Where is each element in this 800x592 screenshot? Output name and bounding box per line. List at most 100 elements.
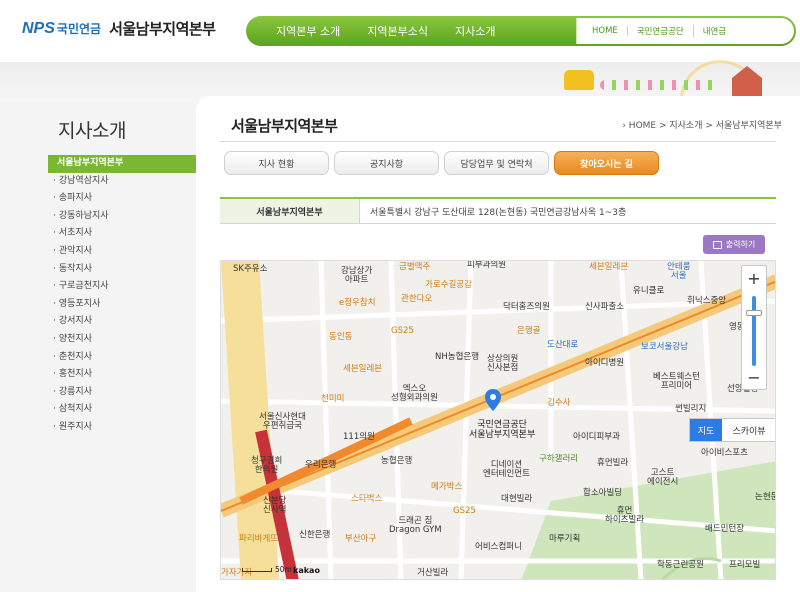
sidebar-item[interactable]: · 양천지사 [48, 331, 208, 349]
map-place-label[interactable]: 휴먼빌라 [597, 458, 628, 468]
sidebar-item[interactable]: 서울남부지역본부 [48, 155, 208, 173]
sidebar-item[interactable]: · 영등포지사 [48, 296, 208, 314]
map-place-label[interactable]: 동인동 [329, 332, 352, 342]
map-place-label[interactable]: 논현문 [755, 492, 775, 502]
map-place-label[interactable]: 대현빌라 [501, 494, 532, 504]
zoom-slider-track[interactable] [752, 296, 756, 366]
map-place-label[interactable]: 마루기획 [549, 534, 580, 544]
map-place-label[interactable]: 은행골 [517, 326, 540, 336]
sidebar-item[interactable]: · 춘천지사 [48, 349, 208, 367]
map-place-label[interactable]: 배드민턴장 [705, 524, 744, 534]
map-place-label[interactable]: 신사파출소 [585, 302, 624, 312]
map-place-label[interactable]: 스타벅스 [351, 494, 382, 504]
map-place-label[interactable]: 보코서울강남 [641, 342, 688, 352]
map-place-label[interactable]: 관한다오 [401, 294, 432, 304]
map-place-label[interactable]: 썬빌리지 [675, 404, 706, 414]
map-place-label[interactable]: 아이비스포츠 [701, 448, 748, 458]
map-place-label[interactable]: 휘닉스중앙 [687, 296, 726, 306]
map-place-label[interactable]: 피부과의원 [467, 261, 506, 270]
map-place-label[interactable]: e정우참치 [339, 298, 376, 308]
map-place-label[interactable]: 드래곤 짐 Dragon GYM [389, 516, 442, 536]
sidebar-item[interactable]: · 강서지사 [48, 313, 208, 331]
nav-region-intro[interactable]: 지역본부 소개 [276, 23, 340, 39]
map-place-label[interactable]: 강남상가 아파트 [341, 266, 372, 286]
map-place-label[interactable]: 상상의원 신사본점 [487, 354, 518, 374]
map-place-label[interactable]: 엑스오 성형외과의원 [391, 384, 438, 404]
zoom-slider-handle[interactable] [746, 310, 762, 316]
map-place-label[interactable]: 신한은행 [299, 530, 330, 540]
sidebar-item-label: 관악지사 [58, 245, 92, 256]
tab-branch-status[interactable]: 지사 현황 [224, 151, 329, 175]
zoom-out-button[interactable]: − [742, 365, 766, 389]
map-place-label[interactable]: 아이디피부과 [573, 432, 620, 442]
sidebar-item[interactable]: · 관악지사 [48, 243, 208, 261]
sidebar-item-label: 강동하남지사 [58, 210, 109, 221]
sidebar-item[interactable]: · 강동하남지사 [48, 208, 208, 226]
map-place-label[interactable]: 메가박스 [431, 482, 462, 492]
sidebar-item[interactable]: · 서초지사 [48, 225, 208, 243]
map-place-label[interactable]: 아이디병원 [585, 358, 624, 368]
map-place-label[interactable]: 구하갤러리 [539, 454, 578, 464]
util-nps-link[interactable]: 국민연금공단 [628, 25, 694, 37]
sidebar-item[interactable]: · 구로금천지사 [48, 278, 208, 296]
nav-branch-intro[interactable]: 지사소개 [455, 23, 495, 39]
map-place-label[interactable]: 111의원 [343, 432, 375, 442]
sidebar: 지사소개 서울남부지역본부 · 강남역삼지사 · 송파지사 · 강동하남지사 · 서초지사 · 관악… [48, 102, 208, 592]
sidebar-item[interactable]: · 동작지사 [48, 261, 208, 279]
map-type-skyview-button[interactable]: 스카이뷰 [722, 419, 775, 441]
bus-illustration [564, 70, 594, 90]
zoom-in-button[interactable]: + [742, 266, 766, 290]
map-place-label[interactable]: 청구경희 한의원 [251, 456, 282, 476]
util-home-link[interactable]: HOME [583, 26, 628, 36]
sidebar-item[interactable]: · 송파지사 [48, 190, 208, 208]
sidebar-item[interactable]: · 원주지사 [48, 419, 208, 437]
util-mypension-link[interactable]: 내연금 [694, 25, 735, 37]
map-place-label[interactable]: 가로수길공감 [425, 280, 472, 290]
map-place-label[interactable]: 우리은행 [305, 460, 336, 470]
map-place-label[interactable]: NH농협은행 [435, 352, 479, 362]
print-button[interactable]: 출력하기 [703, 235, 765, 254]
map-place-label[interactable]: 프리모빌 [729, 560, 760, 570]
map-place-label[interactable]: 안테룸 서울 [667, 262, 690, 282]
map-place-label[interactable]: 천미미 [321, 394, 344, 404]
nav-region-news[interactable]: 지역본부소식 [367, 23, 428, 39]
tab-notices[interactable]: 공지사항 [334, 151, 439, 175]
tab-contacts[interactable]: 담당업무 및 연락처 [444, 151, 549, 175]
sidebar-item[interactable]: · 삼척지사 [48, 401, 208, 419]
map-place-label[interactable]: 어비스컴퍼니 [475, 542, 522, 552]
print-icon [712, 240, 722, 249]
map-type-roadmap-button[interactable]: 지도 [690, 419, 722, 441]
map-place-label[interactable]: 서울신사현대 우편취급국 [259, 412, 306, 432]
map-place-label[interactable]: 거산빌라 [417, 568, 448, 578]
sidebar-item[interactable]: · 강남역삼지사 [48, 173, 208, 191]
map-place-label[interactable]: 부산아구 [345, 534, 376, 544]
map-place-label[interactable]: 파리바게뜨 [239, 534, 278, 544]
map-place-label[interactable]: 세븐일레븐 [343, 364, 382, 374]
map-place-label[interactable]: 학동근린공원 [657, 560, 704, 570]
map-place-label[interactable]: SK주유소 [233, 264, 267, 274]
map-place-label[interactable]: 김수사 [547, 398, 570, 408]
map-place-label[interactable]: 농협은행 [381, 456, 412, 466]
map-place-label[interactable]: 베스트웨스턴 프리미어 [653, 372, 700, 392]
site-logo[interactable]: NPS 국민연금 서울남부지역본부 [22, 18, 216, 39]
map-view[interactable]: SK주유소 강남상가 아파트 금별맥주 피부과의원 세븐일레븐 안테룸 서울 가로수길공감 유… [220, 260, 776, 580]
sidebar-item[interactable]: · 홍천지사 [48, 366, 208, 384]
map-place-label[interactable]: 유니클로 [633, 286, 664, 296]
map-place-label[interactable]: GS25 [453, 506, 476, 516]
map-place-label[interactable]: 국민연금공단 서울남부지역본부 [469, 420, 535, 441]
location-pin-icon[interactable] [485, 389, 501, 411]
map-place-label[interactable]: 세븐일레븐 [589, 262, 628, 272]
map-place-label[interactable]: 닥터홈즈의원 [503, 302, 550, 312]
map-place-label[interactable]: 함소아빌딩 [583, 488, 622, 498]
map-place-label[interactable]: 디네이션 엔터테인먼트 [483, 460, 530, 480]
map-place-label[interactable]: GS25 [391, 326, 414, 336]
map-place-label[interactable]: 신분당 신사역 [263, 496, 286, 516]
map-place-label[interactable]: 휴먼 하이츠빌라 [605, 506, 644, 526]
tab-directions[interactable]: 찾아오시는 길 [554, 151, 659, 175]
sidebar-item-label: 강릉지사 [58, 386, 92, 397]
map-place-label[interactable]: 도산대로 [547, 340, 578, 350]
sidebar-item[interactable]: · 강릉지사 [48, 384, 208, 402]
map-place-label[interactable]: 금별맥주 [399, 262, 430, 272]
bullet-icon: · [53, 281, 56, 292]
map-place-label[interactable]: 고스트 에이전시 [647, 468, 678, 488]
